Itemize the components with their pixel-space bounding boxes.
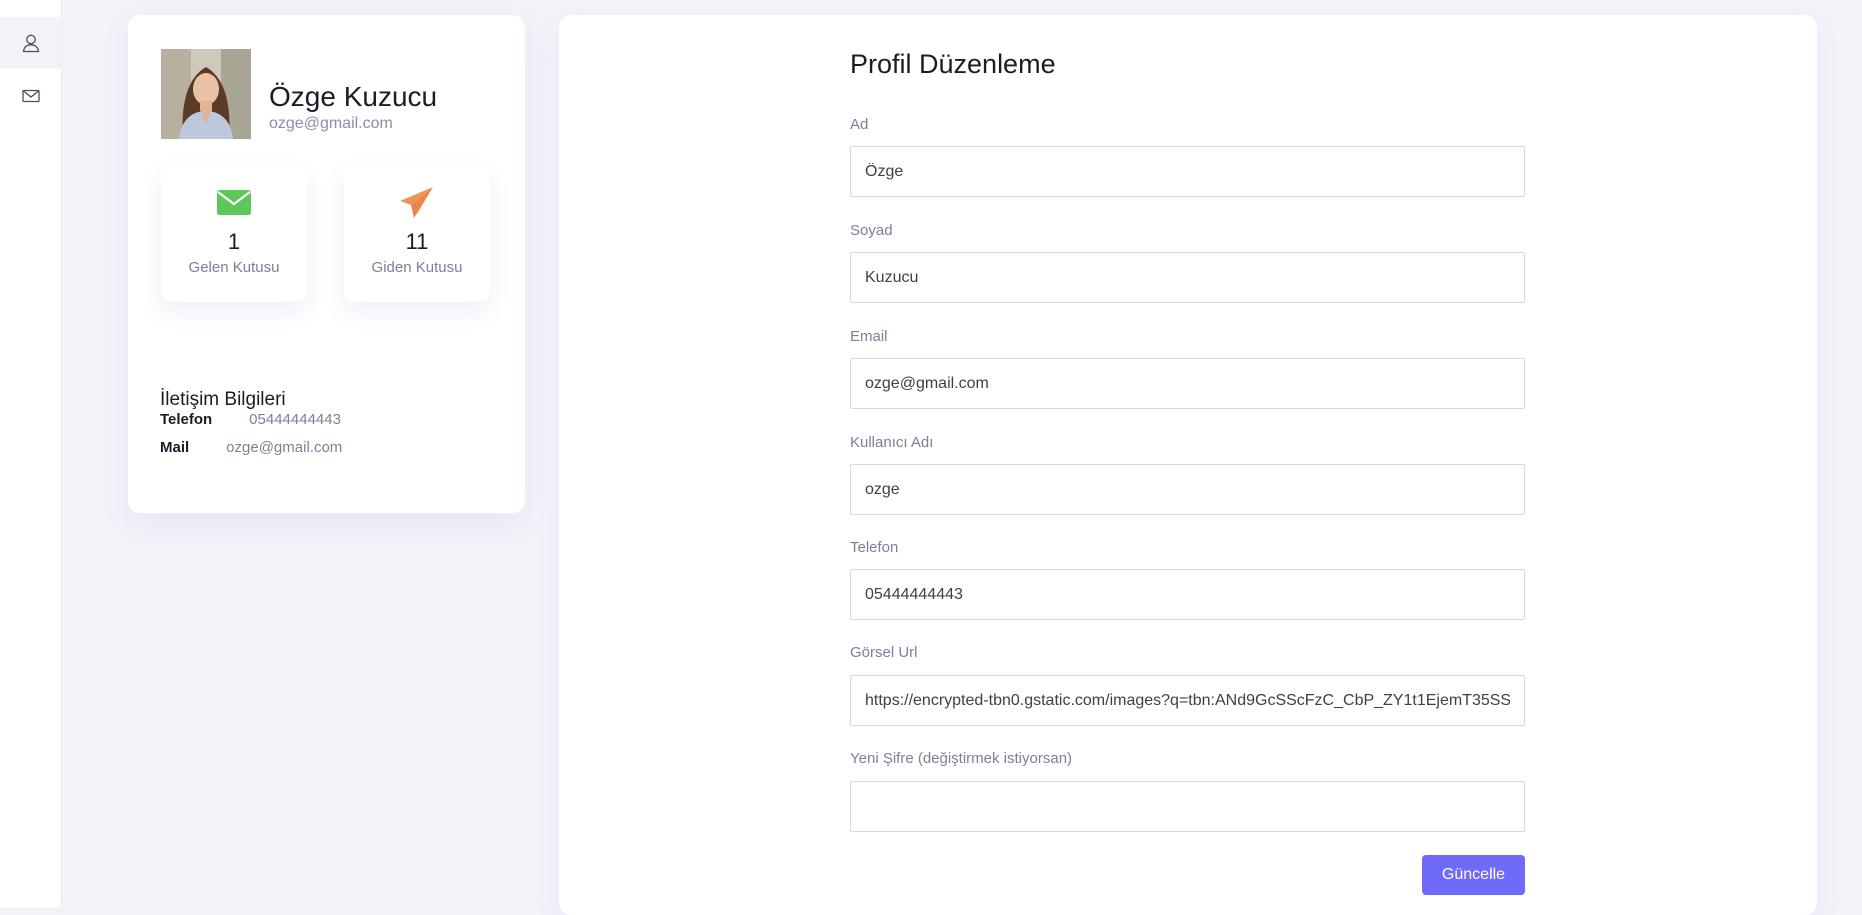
sidebar-item-profile[interactable]	[0, 17, 61, 69]
envelope-icon	[214, 185, 254, 219]
first-name-label: Ad	[850, 116, 869, 133]
profile-edit-card: Profil Düzenleme Ad Soyad Email Kullanıc…	[559, 15, 1817, 915]
image-url-field[interactable]	[850, 675, 1525, 726]
last-name-field[interactable]	[850, 252, 1525, 303]
phone-field[interactable]	[850, 569, 1525, 620]
sidebar	[0, 0, 61, 907]
sidebar-item-messages[interactable]	[0, 70, 61, 122]
page-title: Profil Düzenleme	[850, 49, 1056, 79]
contact-mail-label: Mail	[160, 439, 190, 456]
contact-phone-value: 05444444443	[249, 411, 341, 428]
outbox-stat[interactable]: 11 Giden Kutusu	[344, 165, 490, 302]
new-password-label: Yeni Şifre (değiştirmek istiyorsan)	[850, 750, 1073, 767]
contact-mail-value: ozge@gmail.com	[226, 439, 343, 456]
email-label: Email	[850, 328, 888, 345]
profile-name: Özge Kuzucu	[269, 81, 438, 112]
profile-card: Özge Kuzucu ozge@gmail.com 1 Gelen Kutus…	[128, 15, 525, 513]
image-url-label: Görsel Url	[850, 644, 918, 661]
update-button[interactable]: Güncelle	[1422, 855, 1525, 895]
inbox-label: Gelen Kutusu	[188, 259, 280, 276]
first-name-field[interactable]	[850, 146, 1525, 197]
contact-phone-label: Telefon	[160, 411, 213, 428]
last-name-label: Soyad	[850, 222, 893, 239]
outbox-label: Giden Kutusu	[371, 259, 463, 276]
user-icon	[20, 32, 42, 54]
email-field[interactable]	[850, 358, 1525, 409]
new-password-field[interactable]	[850, 781, 1525, 832]
contact-mail-row: Mail ozge@gmail.com	[160, 439, 342, 456]
contact-phone-row: Telefon 05444444443	[160, 411, 341, 428]
phone-label: Telefon	[850, 539, 899, 556]
profile-email: ozge@gmail.com	[269, 115, 393, 132]
contact-title: İletişim Bilgileri	[160, 389, 286, 410]
avatar	[161, 49, 251, 139]
username-label: Kullanıcı Adı	[850, 434, 934, 451]
inbox-stat[interactable]: 1 Gelen Kutusu	[161, 165, 307, 302]
username-field[interactable]	[850, 464, 1525, 515]
paper-plane-icon	[397, 185, 437, 219]
inbox-count: 1	[227, 229, 241, 254]
outbox-count: 11	[405, 229, 429, 254]
mail-icon	[20, 85, 42, 107]
